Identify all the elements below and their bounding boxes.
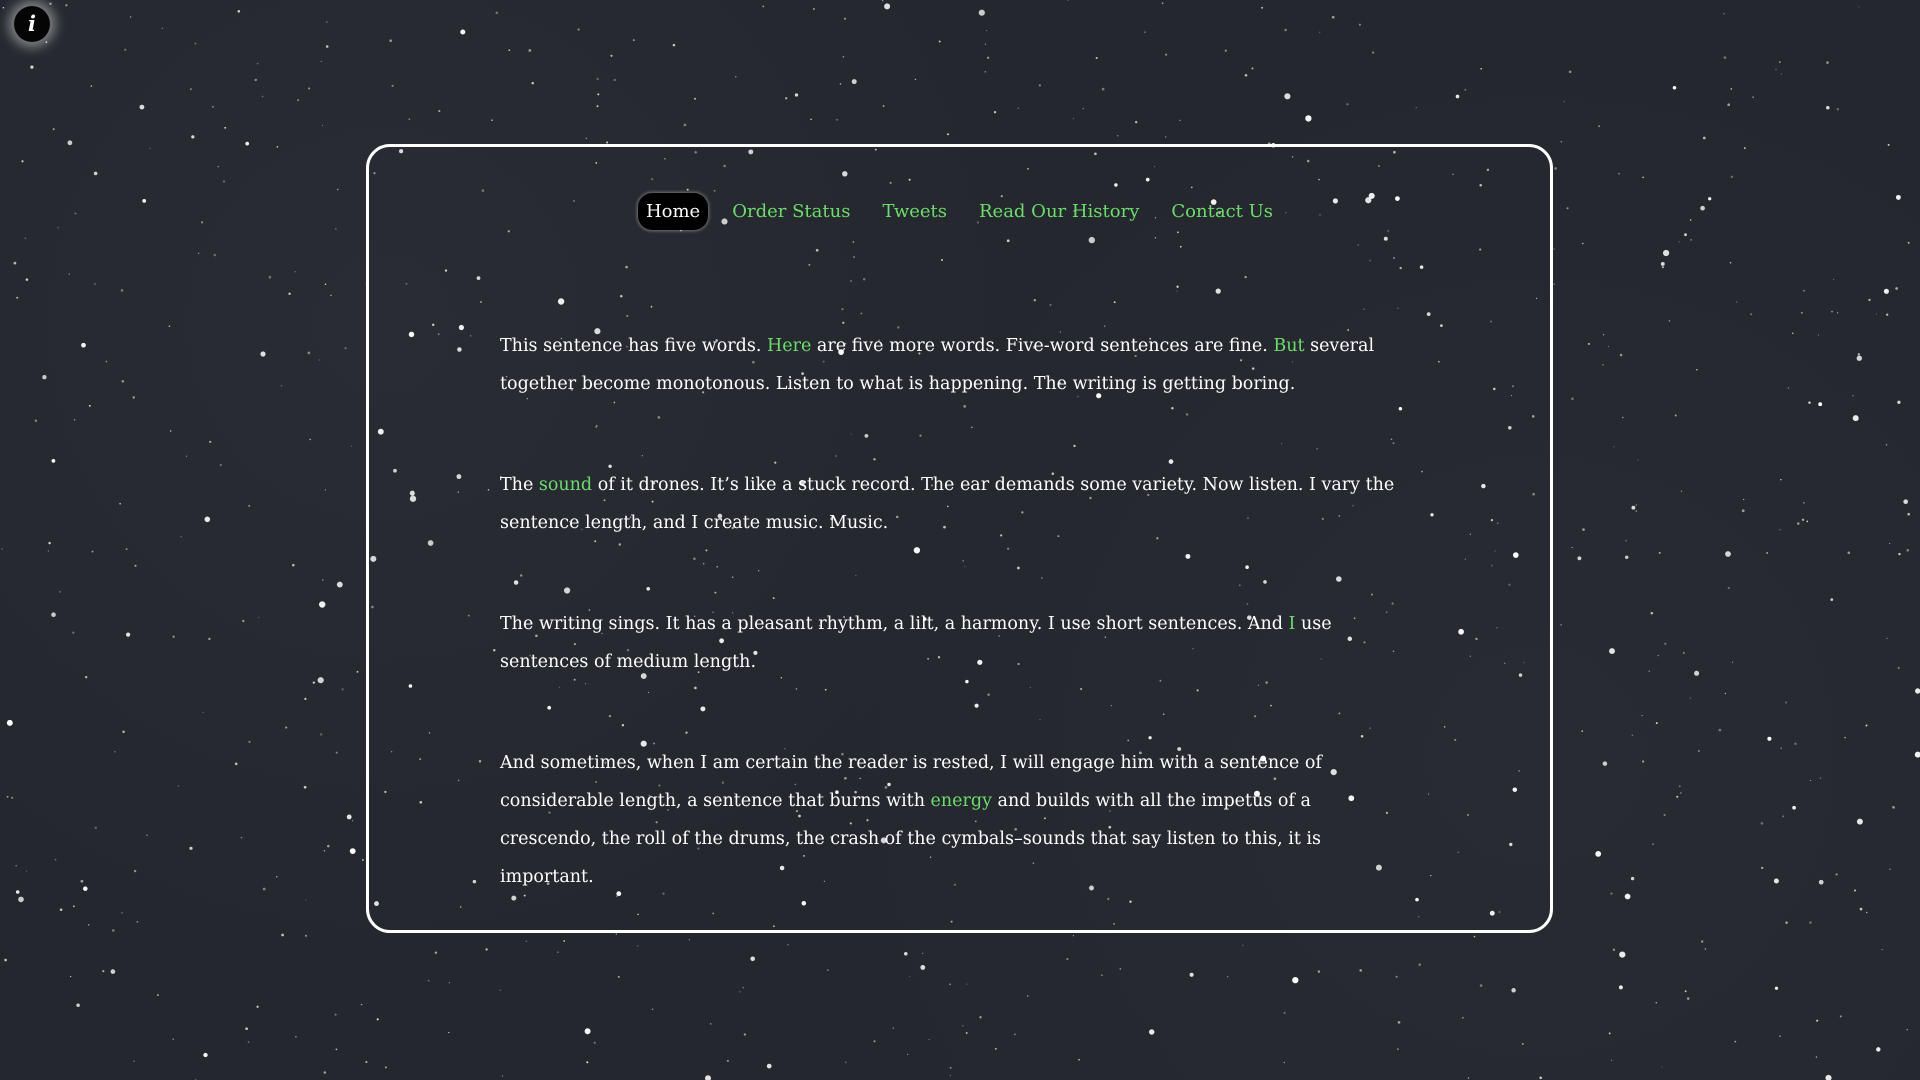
info-icon: i xyxy=(28,11,36,36)
article-body: This sentence has five words. Here are f… xyxy=(500,327,1400,959)
paragraph-text: of it drones. It’s like a stuck record. … xyxy=(500,475,1395,533)
nav-item-contact-us[interactable]: Contact Us xyxy=(1163,193,1281,230)
highlighted-word-link[interactable]: But xyxy=(1273,336,1304,356)
paragraph-text: This sentence has five words. xyxy=(500,336,767,356)
nav-item-order-status[interactable]: Order Status xyxy=(724,193,858,230)
nav-item-home[interactable]: Home xyxy=(637,193,709,230)
paragraph: The writing sings. It has a pleasant rhy… xyxy=(500,605,1400,681)
paragraph-text: The xyxy=(500,475,539,495)
info-button[interactable]: i xyxy=(14,6,50,42)
content-panel: Home Order Status Tweets Read Our Histor… xyxy=(366,144,1553,933)
nav-item-read-our-history[interactable]: Read Our History xyxy=(971,193,1147,230)
paragraph: The sound of it drones. It’s like a stuc… xyxy=(500,466,1400,542)
highlighted-word-link[interactable]: Here xyxy=(767,336,811,356)
paragraph-text: are five more words. Five-word sentences… xyxy=(811,336,1274,356)
highlighted-word-link[interactable]: sound xyxy=(539,475,592,495)
paragraph: And sometimes, when I am certain the rea… xyxy=(500,744,1400,896)
nav-item-tweets[interactable]: Tweets xyxy=(874,193,955,230)
paragraph: This sentence has five words. Here are f… xyxy=(500,327,1400,403)
highlighted-word-link[interactable]: energy xyxy=(931,791,992,811)
paragraph-text: The writing sings. It has a pleasant rhy… xyxy=(500,614,1289,634)
main-nav: Home Order Status Tweets Read Our Histor… xyxy=(369,193,1550,230)
